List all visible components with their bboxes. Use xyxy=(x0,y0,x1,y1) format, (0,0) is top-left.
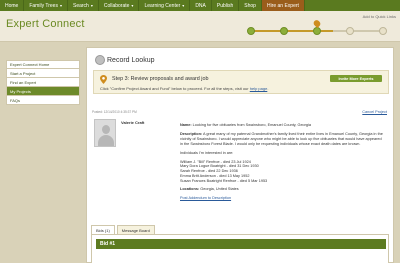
nav-item-search[interactable]: Search ▾ xyxy=(68,0,99,11)
project-description: Description: A great many of my paternal… xyxy=(180,132,385,148)
bids-panel: Bid #1 xyxy=(91,234,389,263)
tab-bids-1[interactable]: Bids (1) xyxy=(91,225,115,234)
cancel-project-link[interactable]: Cancel Project xyxy=(362,110,387,114)
nav-item-shop[interactable]: Shop xyxy=(239,0,262,11)
name-label: Name: xyxy=(180,123,192,127)
locations-label: Locations: xyxy=(180,187,200,191)
tab-message-board[interactable]: Message Board xyxy=(116,225,155,234)
progress-step-1 xyxy=(247,27,255,35)
avatar-head xyxy=(102,125,110,134)
step-text-before: Click "Confirm Project Award and Fund" b… xyxy=(100,86,250,91)
description-label: Description: xyxy=(180,131,203,136)
nav-item-learning-center[interactable]: Learning Center ▾ xyxy=(139,0,191,11)
list-item: Susan Frances Boatright Renfroe - died 5… xyxy=(180,178,268,183)
bid-header[interactable]: Bid #1 xyxy=(96,239,386,249)
page-header: Expert Connect Add to Quick Links xyxy=(0,11,400,42)
invite-more-experts-button[interactable]: Invite More Experts xyxy=(330,75,382,82)
progress-step-2 xyxy=(280,27,288,35)
chevron-down-icon: ▾ xyxy=(59,3,62,8)
nav-item-label: Shop xyxy=(244,2,256,9)
locations-value: Georgia, United States xyxy=(200,187,239,191)
quick-links-link[interactable]: Add to Quick Links xyxy=(363,14,396,19)
chevron-down-icon: ▾ xyxy=(131,3,134,8)
map-pin-icon xyxy=(100,75,107,84)
nav-item-label: DNA xyxy=(195,2,206,9)
description-value: A great many of my paternal Grandmother'… xyxy=(180,131,383,147)
individuals-list: William J. "Bill" Renfroe - died 23 Jul … xyxy=(180,160,385,184)
avatar xyxy=(94,119,116,147)
step-box: Step 3: Review proposals and award job C… xyxy=(93,70,389,94)
main-panel: Record Lookup Step 3: Review proposals a… xyxy=(86,47,394,263)
project-locations: Locations: Georgia, United States xyxy=(180,187,385,192)
progress-step-5 xyxy=(379,27,387,35)
page-title: Expert Connect xyxy=(6,18,85,30)
sidebar-item-expert-connect-home[interactable]: Expert Connect Home xyxy=(6,60,80,69)
name-value: Looking for five obituaries from Swainsb… xyxy=(192,123,311,127)
top-nav: Home Family Trees ▾ Search ▾ Collaborate ▾ Lear… xyxy=(0,0,400,11)
progress-step-4 xyxy=(346,27,354,35)
step-instructions: Click "Confirm Project Award and Fund" b… xyxy=(100,86,268,91)
nav-item-label: Family Trees xyxy=(29,2,58,9)
nav-item-label: Collaborate xyxy=(103,2,130,9)
nav-item-label: Learning Center xyxy=(144,2,181,9)
nav-item-hire-an-expert[interactable]: Hire an Expert xyxy=(261,0,305,11)
help-page-link[interactable]: help page xyxy=(250,86,268,91)
step-progress xyxy=(247,18,387,35)
avatar-body xyxy=(98,135,114,146)
step-title: Step 3: Review proposals and award job xyxy=(112,76,209,82)
chevron-down-icon: ▾ xyxy=(90,3,93,8)
sidebar: Expert Connect Home Start a Project Find a… xyxy=(6,60,80,105)
sidebar-item-find-an-expert[interactable]: Find an Expert xyxy=(6,78,80,87)
bid-tabs: Bids (1) Message Board xyxy=(91,225,157,234)
sidebar-item-faqs[interactable]: FAQs xyxy=(6,96,80,105)
project-details: Name: Looking for five obituaries from S… xyxy=(180,123,385,201)
nav-item-publish[interactable]: Publish xyxy=(212,0,240,11)
interest-intro: Individuals I'm interested in are: xyxy=(180,150,234,155)
step-text-after: . xyxy=(267,86,269,91)
record-lookup-icon xyxy=(95,55,105,65)
nav-item-label: Search xyxy=(72,2,89,9)
panel-title: Record Lookup xyxy=(107,57,155,64)
nav-item-label: Home xyxy=(5,2,19,9)
nav-item-dna[interactable]: DNA xyxy=(190,0,212,11)
nav-item-collaborate[interactable]: Collaborate ▾ xyxy=(99,0,140,11)
sidebar-item-my-projects[interactable]: My Projects xyxy=(6,87,80,96)
nav-item-label: Hire an Expert xyxy=(266,2,299,9)
nav-item-home[interactable]: Home xyxy=(0,0,25,11)
nav-item-label: Publish xyxy=(216,2,234,9)
nav-item-family-trees[interactable]: Family Trees ▾ xyxy=(24,0,68,11)
sidebar-item-start-a-project[interactable]: Start a Project xyxy=(6,69,80,78)
chevron-down-icon: ▾ xyxy=(182,3,185,8)
project-name: Name: Looking for five obituaries from S… xyxy=(180,123,385,128)
posted-timestamp: Posted: 12/14/2010 4:35:37 PM xyxy=(92,110,137,114)
requester-name: Valerie Craft xyxy=(121,120,145,125)
post-addendum-link[interactable]: Post Addendum to Description xyxy=(180,196,385,201)
